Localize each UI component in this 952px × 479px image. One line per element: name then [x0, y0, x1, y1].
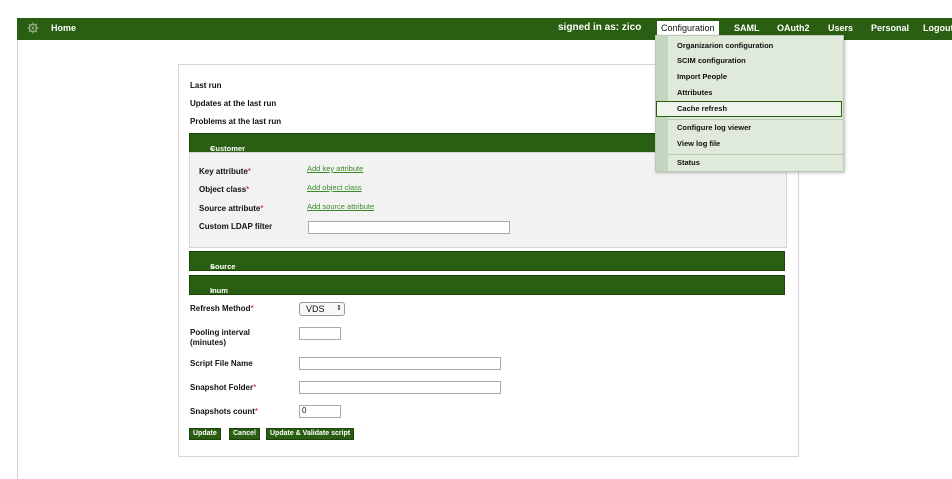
nav-configuration-label: Configuration — [661, 23, 715, 33]
cancel-button[interactable]: Cancel — [229, 428, 260, 440]
add-object-class-link[interactable]: Add object class — [307, 183, 362, 192]
add-key-attribute-link[interactable]: Add key attribute — [307, 164, 363, 173]
refresh-method-select[interactable]: VDS ⇕ — [299, 302, 345, 316]
add-source-attribute-link[interactable]: Add source attribute — [307, 202, 374, 211]
pooling-interval-label: Pooling interval (minutes) — [190, 328, 251, 347]
menu-item-cache-refresh[interactable]: Cache refresh — [677, 104, 727, 113]
nav-home-link[interactable]: Home — [51, 23, 76, 33]
snapshots-count-input[interactable]: 0 — [299, 405, 341, 418]
configuration-dropdown: Organizarion configuration SCIM configur… — [655, 35, 844, 172]
menu-item-view-log-file[interactable]: View log file — [677, 139, 720, 148]
menu-item-scim[interactable]: SCIM configuration — [677, 56, 746, 65]
gear-icon — [27, 22, 39, 34]
source-backend-header[interactable]: » Source Backend LDAP servers — [189, 251, 785, 298]
nav-personal[interactable]: Personal — [871, 23, 909, 33]
custom-ldap-filter-input[interactable] — [308, 221, 510, 234]
select-arrows-icon: ⇕ — [336, 305, 342, 312]
last-run-label: Last run — [190, 81, 222, 90]
pooling-interval-input[interactable] — [299, 327, 341, 340]
refresh-method-value: VDS — [306, 304, 325, 314]
inum-ldap-header[interactable]: » Inum LDAP server — [189, 275, 785, 313]
nav-saml[interactable]: SAML — [734, 23, 760, 33]
update-validate-button[interactable]: Update & Validate script — [266, 428, 355, 440]
snapshots-count-label: Snapshots count* — [190, 407, 259, 416]
left-border — [17, 40, 18, 479]
nav-oauth2[interactable]: OAuth2 — [777, 23, 810, 33]
menu-item-status[interactable]: Status — [677, 158, 700, 167]
custom-ldap-filter-label: Custom LDAP filter — [199, 222, 273, 231]
menu-item-configure-log-viewer[interactable]: Configure log viewer — [677, 123, 751, 132]
object-class-label: Object class* — [199, 185, 250, 194]
menu-item-attributes[interactable]: Attributes — [677, 88, 712, 97]
refresh-method-label: Refresh Method* — [190, 304, 254, 313]
nav-users[interactable]: Users — [828, 23, 853, 33]
menu-item-organization[interactable]: Organizarion configuration — [677, 41, 773, 50]
nav-logout[interactable]: Logout — [923, 23, 952, 33]
problems-label: Problems at the last run — [190, 117, 282, 126]
script-file-input[interactable] — [299, 357, 501, 370]
menu-item-import-people[interactable]: Import People — [677, 72, 727, 81]
source-attribute-label: Source attribute* — [199, 204, 264, 213]
signed-in-label: signed in as: zico — [558, 22, 642, 33]
key-attribute-label: Key attribute* — [199, 167, 252, 176]
update-button[interactable]: Update — [189, 428, 221, 440]
snapshot-folder-label: Snapshot Folder* — [190, 383, 257, 392]
snapshot-folder-input[interactable] — [299, 381, 501, 394]
menu-separator — [668, 154, 843, 155]
updates-label: Updates at the last run — [190, 99, 277, 108]
script-file-label: Script File Name — [190, 359, 253, 368]
menu-separator — [668, 119, 843, 120]
